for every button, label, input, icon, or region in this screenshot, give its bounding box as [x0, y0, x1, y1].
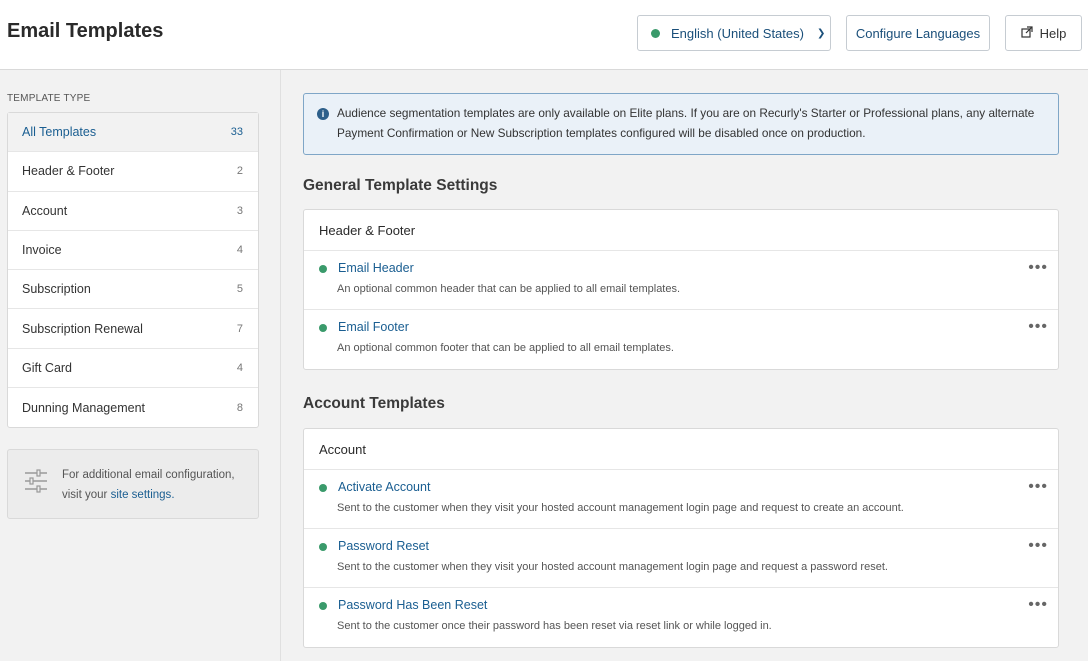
status-dot: [651, 28, 660, 38]
sidebar-item-label: Invoice: [22, 243, 62, 258]
sidebar-item-label: Subscription Renewal: [22, 321, 143, 336]
status-dot: [319, 484, 327, 492]
sidebar-item-count: 33: [230, 126, 243, 139]
sidebar-item-count: 7: [236, 322, 243, 335]
chevron-down-icon: ❯: [816, 27, 826, 39]
template-description: An optional common footer that can be ap…: [337, 342, 674, 354]
sidebar-item-label: All Templates: [22, 125, 97, 140]
status-dot: [319, 602, 327, 610]
card-title: Account: [304, 429, 1058, 470]
language-label: English (United States): [671, 25, 804, 41]
sidebar-item-invoice[interactable]: Invoice 4: [8, 231, 258, 271]
help-button[interactable]: Help: [1005, 15, 1082, 51]
main-content: i Audience segmentation templates are on…: [281, 70, 1088, 661]
external-link-icon: [1021, 25, 1033, 41]
template-link-password-reset[interactable]: Password Reset: [338, 539, 429, 553]
sidebar-item-label: Gift Card: [22, 360, 73, 375]
more-options-icon[interactable]: •••: [1028, 478, 1048, 496]
template-description: Sent to the customer when they visit you…: [337, 502, 904, 514]
section-title-account: Account Templates: [303, 395, 445, 412]
template-link-activate-account[interactable]: Activate Account: [338, 480, 430, 494]
sidebar-item-header-footer[interactable]: Header & Footer 2: [8, 152, 258, 192]
sidebar: TEMPLATE TYPE All Templates 33 Header & …: [0, 70, 281, 661]
configure-languages-button[interactable]: Configure Languages: [846, 15, 990, 51]
template-row-activate-account: Activate Account Sent to the customer wh…: [304, 470, 1058, 529]
card-title: Header & Footer: [304, 210, 1058, 251]
section-title-general: General Template Settings: [303, 177, 498, 194]
sidebar-item-account[interactable]: Account 3: [8, 192, 258, 231]
template-description: An optional common header that can be ap…: [337, 283, 681, 295]
more-options-icon[interactable]: •••: [1028, 259, 1048, 277]
template-row-email-footer: Email Footer An optional common footer t…: [304, 310, 1058, 369]
card-account: Account Activate Account Sent to the cus…: [303, 428, 1059, 648]
more-options-icon[interactable]: •••: [1028, 537, 1048, 555]
template-row-password-has-been-reset: Password Has Been Reset Sent to the cust…: [304, 588, 1058, 647]
sidebar-item-count: 2: [236, 165, 243, 178]
notice-text: Audience segmentation templates are only…: [337, 106, 1035, 140]
sidebar-item-count: 8: [236, 401, 243, 414]
sliders-icon: [25, 468, 47, 494]
status-dot: [319, 543, 327, 551]
sidebar-item-label: Header & Footer: [22, 164, 115, 179]
template-row-password-reset: Password Reset Sent to the customer when…: [304, 529, 1058, 588]
sidebar-item-label: Dunning Management: [22, 400, 145, 415]
language-selector[interactable]: English (United States) ❯: [637, 15, 831, 51]
sidebar-item-label: Subscription: [22, 282, 91, 297]
sidebar-item-gift-card[interactable]: Gift Card 4: [8, 349, 258, 389]
sidebar-item-subscription[interactable]: Subscription 5: [8, 270, 258, 310]
help-label: Help: [1039, 25, 1067, 41]
template-type-label: TEMPLATE TYPE: [7, 93, 91, 104]
more-options-icon[interactable]: •••: [1028, 596, 1048, 614]
top-bar: Email Templates English (United States) …: [0, 0, 1088, 70]
sidebar-item-count: 4: [236, 244, 243, 257]
info-icon: i: [317, 108, 329, 120]
configure-languages-label: Configure Languages: [855, 25, 981, 41]
status-dot: [319, 265, 327, 273]
site-settings-text-after: .: [171, 489, 175, 501]
site-settings-hint: For additional email configuration, visi…: [7, 449, 259, 519]
template-description: Sent to the customer once their password…: [337, 620, 772, 632]
site-settings-link[interactable]: site settings: [111, 489, 172, 501]
sidebar-item-count: 4: [236, 361, 243, 374]
template-link-password-has-been-reset[interactable]: Password Has Been Reset: [338, 598, 487, 612]
template-link-email-footer[interactable]: Email Footer: [338, 320, 409, 334]
sidebar-item-all-templates[interactable]: All Templates 33: [8, 113, 258, 153]
sidebar-item-count: 3: [236, 204, 243, 217]
card-header-footer: Header & Footer Email Header An optional…: [303, 209, 1059, 370]
template-type-list: All Templates 33 Header & Footer 2 Accou…: [7, 112, 259, 429]
page-title: Email Templates: [7, 20, 164, 42]
template-row-email-header: Email Header An optional common header t…: [304, 251, 1058, 310]
template-description: Sent to the customer when they visit you…: [337, 561, 888, 573]
sidebar-item-count: 5: [236, 283, 243, 296]
sidebar-item-label: Account: [22, 203, 68, 218]
sidebar-item-dunning-management[interactable]: Dunning Management 8: [8, 388, 258, 427]
more-options-icon[interactable]: •••: [1028, 318, 1048, 336]
template-link-email-header[interactable]: Email Header: [338, 261, 414, 275]
sidebar-item-subscription-renewal[interactable]: Subscription Renewal 7: [8, 309, 258, 349]
site-settings-text: For additional email configuration, visi…: [62, 465, 252, 505]
status-dot: [319, 324, 327, 332]
info-notice: i Audience segmentation templates are on…: [303, 93, 1059, 155]
